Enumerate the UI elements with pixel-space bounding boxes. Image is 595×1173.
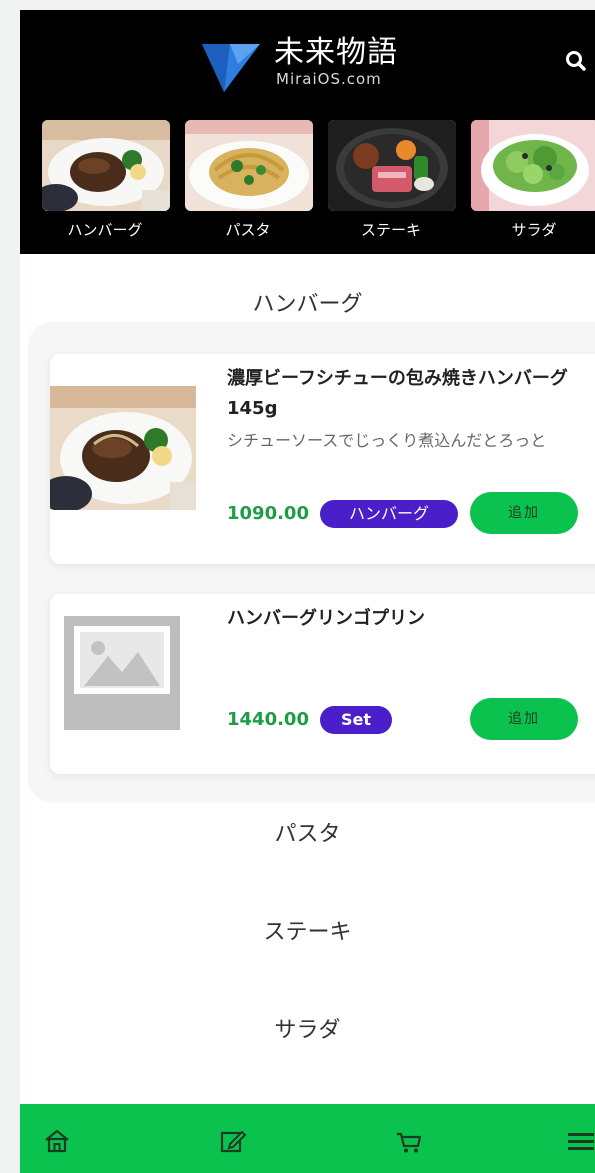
brand-logo[interactable]: 未来物語 MiraiOS.com [200, 34, 430, 98]
placeholder-image-icon [64, 616, 180, 730]
section-title-hamburger: ハンバーグ [252, 292, 363, 317]
hamburger-photo [50, 386, 196, 510]
product-image [50, 386, 196, 510]
product-image [64, 616, 180, 730]
category-thumb-hamburger [42, 120, 170, 211]
nav-home-button[interactable] [42, 1126, 72, 1156]
edit-icon [220, 1130, 247, 1153]
pasta-photo [185, 120, 313, 211]
add-to-cart-button[interactable]: 追加 [470, 492, 578, 534]
product-name: 濃厚ビーフシチューの包み焼きハンバーグ 145g [227, 368, 568, 419]
nav-edit-button[interactable] [218, 1126, 248, 1156]
nav-cart-button[interactable] [394, 1126, 424, 1156]
cart-icon [397, 1132, 422, 1153]
category-label: サラダ [511, 221, 557, 239]
search-icon [566, 51, 586, 71]
hamburger-photo [42, 120, 170, 211]
category-strip: ハンバーグ パスタ ステーキ サラダ [20, 120, 595, 254]
menu-icon [568, 1133, 594, 1150]
category-steak[interactable]: ステーキ [326, 120, 456, 254]
header: 未来物語 MiraiOS.com ハンバーグ パスタ ステーキ サラダ [20, 10, 595, 254]
home-icon [45, 1129, 69, 1153]
salad-photo [471, 120, 595, 211]
section-title-steak: ステーキ [263, 920, 352, 945]
category-label: ステーキ [360, 221, 421, 239]
steak-photo [328, 120, 456, 211]
search-button[interactable] [563, 48, 589, 74]
product-list: 濃厚ビーフシチューの包み焼きハンバーグ 145g シチューソースでじっくり煮込ん… [28, 322, 595, 802]
category-salad[interactable]: サラダ [469, 120, 595, 254]
nav-menu-button[interactable] [565, 1126, 595, 1156]
section-title-salad: サラダ [274, 1018, 341, 1043]
bottom-nav [20, 1104, 595, 1173]
product-tag: ハンバーグ [320, 500, 458, 528]
category-thumb-steak [328, 120, 456, 211]
brand-domain: MiraiOS.com [276, 70, 382, 88]
category-thumb-salad [471, 120, 595, 211]
category-hamburger[interactable]: ハンバーグ [40, 120, 170, 254]
category-pasta[interactable]: パスタ [183, 120, 313, 254]
brand-name: 未来物語 [274, 35, 398, 70]
product-name: ハンバーグリンゴプリン [227, 608, 425, 629]
app-screen: 未来物語 MiraiOS.com ハンバーグ パスタ ステーキ サラダ ハンバー… [20, 10, 595, 1173]
product-price: 1090.00 [227, 503, 309, 524]
logo-mark-icon [202, 44, 260, 92]
product-card[interactable]: ハンバーグリンゴプリン 1440.00 Set 追加 [50, 594, 595, 774]
category-label: パスタ [225, 221, 271, 239]
section-title-pasta: パスタ [274, 822, 341, 847]
product-description: シチューソースでじっくり煮込んだとろっと [227, 431, 547, 450]
product-price: 1440.00 [227, 709, 309, 730]
product-tag: Set [320, 706, 392, 734]
category-thumb-pasta [185, 120, 313, 211]
category-label: ハンバーグ [67, 221, 143, 239]
product-card[interactable]: 濃厚ビーフシチューの包み焼きハンバーグ 145g シチューソースでじっくり煮込ん… [50, 354, 595, 564]
add-to-cart-button[interactable]: 追加 [470, 698, 578, 740]
